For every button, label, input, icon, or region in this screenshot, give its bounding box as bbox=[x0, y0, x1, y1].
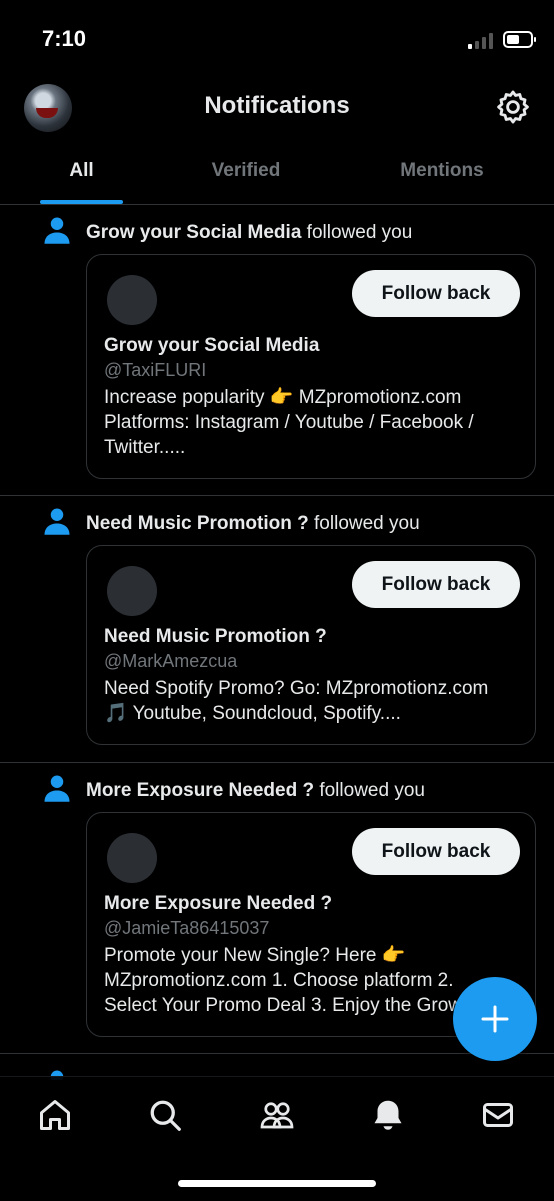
notification-text: Grow your Social Media followed you bbox=[86, 222, 412, 244]
notification-action: followed you bbox=[314, 780, 425, 801]
follow-back-button[interactable]: Follow back bbox=[352, 561, 520, 608]
follow-back-button[interactable]: Follow back bbox=[352, 270, 520, 317]
page-title: Notifications bbox=[204, 92, 350, 119]
notification-text: Need Music Promotion ? followed you bbox=[86, 513, 420, 535]
notification-tabs: All Verified Mentions bbox=[0, 148, 554, 205]
battery-icon bbox=[503, 31, 536, 48]
user-name[interactable]: Need Music Promotion ? bbox=[104, 626, 327, 648]
bio-line: MZpromotionz.com 1. Choose platform 2. bbox=[104, 970, 454, 991]
plus-icon bbox=[481, 1005, 509, 1033]
user-bio: Need Spotify Promo? Go: MZpromotionz.com… bbox=[104, 676, 524, 726]
person-icon bbox=[44, 217, 70, 244]
status-bar: 7:10 bbox=[0, 0, 554, 80]
header: Notifications bbox=[0, 80, 554, 140]
notification-action: followed you bbox=[301, 222, 413, 243]
bio-line: Increase popularity 👉 MZpromotionz.com bbox=[104, 387, 462, 408]
user-bio: Increase popularity 👉 MZpromotionz.com P… bbox=[104, 385, 524, 460]
status-time: 7:10 bbox=[42, 26, 87, 51]
bio-line: Promote your New Single? Here 👉 bbox=[104, 945, 406, 966]
home-indicator bbox=[178, 1180, 376, 1187]
notification-text: More Exposure Needed ? followed you bbox=[86, 780, 425, 802]
user-avatar[interactable] bbox=[107, 566, 157, 616]
person-icon bbox=[44, 775, 70, 802]
user-avatar[interactable] bbox=[107, 833, 157, 883]
notification-actor[interactable]: Need Music Promotion ? bbox=[86, 513, 309, 534]
tab-all[interactable]: All bbox=[40, 148, 123, 204]
user-name[interactable]: More Exposure Needed ? bbox=[104, 893, 332, 915]
active-tab-indicator bbox=[40, 200, 123, 204]
follow-back-button[interactable]: Follow back bbox=[352, 828, 520, 875]
notification-item[interactable]: Need Music Promotion ? followed you Foll… bbox=[0, 496, 554, 763]
user-name[interactable]: Grow your Social Media bbox=[104, 335, 319, 357]
user-card[interactable]: Follow back Need Music Promotion ? @Mark… bbox=[86, 545, 536, 745]
user-handle: @TaxiFLURI bbox=[104, 360, 207, 380]
tab-mentions[interactable]: Mentions bbox=[388, 148, 496, 204]
user-card[interactable]: Follow back Grow your Social Media @Taxi… bbox=[86, 254, 536, 479]
notification-action: followed you bbox=[308, 513, 420, 534]
tab-verified[interactable]: Verified bbox=[196, 148, 296, 204]
notification-actor[interactable]: More Exposure Needed ? bbox=[86, 780, 314, 801]
gear-icon[interactable] bbox=[494, 88, 532, 126]
compose-button[interactable] bbox=[453, 977, 537, 1061]
bio-line: 🎵 Youtube, Soundcloud, Spotify.... bbox=[104, 703, 401, 724]
communities-icon[interactable] bbox=[259, 1097, 295, 1133]
messages-icon[interactable] bbox=[480, 1097, 516, 1133]
home-icon[interactable] bbox=[37, 1097, 73, 1133]
user-handle: @JamieTa86415037 bbox=[104, 918, 270, 938]
bio-line: Need Spotify Promo? Go: MZpromotionz.com bbox=[104, 678, 489, 699]
signal-icon bbox=[468, 33, 493, 49]
search-icon[interactable] bbox=[147, 1097, 183, 1133]
notification-item[interactable]: Grow your Social Media followed you Foll… bbox=[0, 205, 554, 496]
notifications-bell-icon[interactable] bbox=[370, 1097, 406, 1133]
bio-line: Platforms: Instagram / Youtube / Faceboo… bbox=[104, 412, 474, 433]
bio-line: Twitter..... bbox=[104, 437, 186, 458]
user-handle: @MarkAmezcua bbox=[104, 651, 238, 671]
user-avatar[interactable] bbox=[107, 275, 157, 325]
person-icon bbox=[44, 508, 70, 535]
notification-actor[interactable]: Grow your Social Media bbox=[86, 222, 301, 243]
